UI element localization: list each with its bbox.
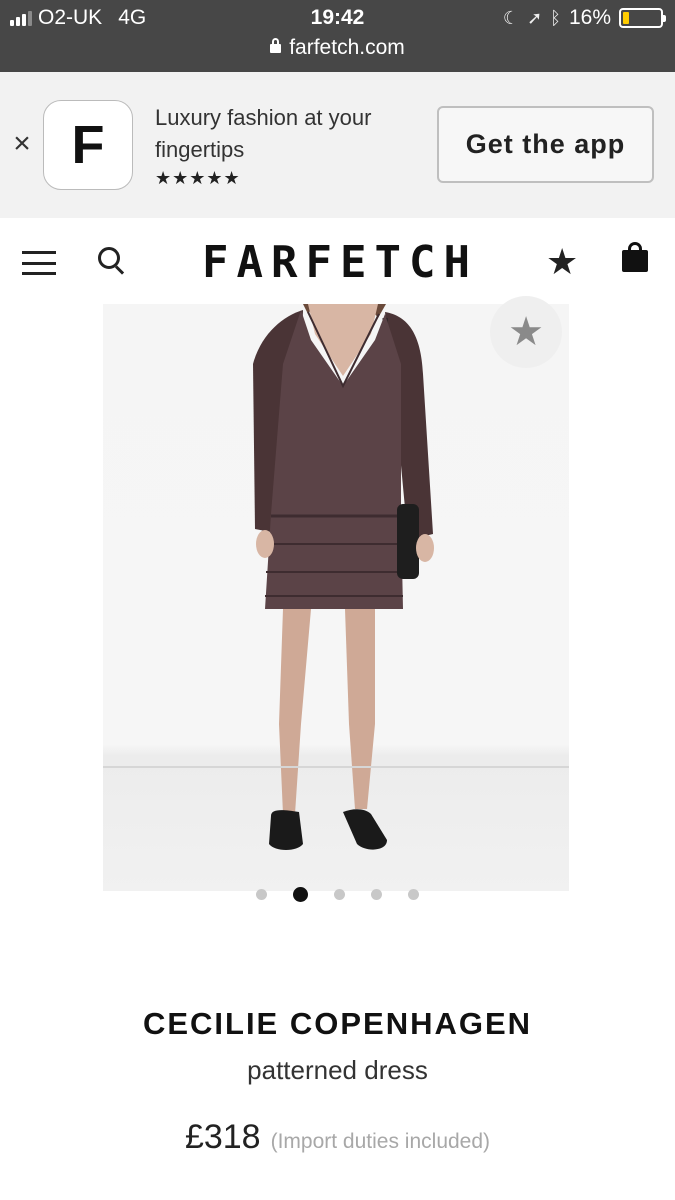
banner-tagline: Luxury fashion at your fingertips bbox=[155, 105, 372, 162]
bluetooth-icon: ᛒ bbox=[550, 7, 561, 28]
carousel-dot[interactable] bbox=[256, 888, 267, 900]
status-bar: O2-UK 4G 19:42 ☾ ➚ ᛒ 16% farfetch.com bbox=[0, 0, 675, 72]
search-icon[interactable] bbox=[98, 247, 126, 275]
site-header: FARFETCH ★ bbox=[0, 218, 675, 304]
app-install-banner: × F Luxury fashion at your fingertips ★★… bbox=[0, 72, 675, 218]
product-price: £318 bbox=[184, 1118, 261, 1156]
lock-icon bbox=[270, 38, 282, 53]
shopping-bag-icon[interactable] bbox=[622, 242, 648, 272]
import-duties-note: (Import duties included) bbox=[270, 1130, 491, 1153]
rating-stars: ★★★★★ bbox=[155, 168, 241, 188]
product-brand[interactable]: CECILIE COPENHAGEN bbox=[0, 1006, 675, 1042]
wishlist-star-icon[interactable]: ★ bbox=[546, 242, 578, 282]
carousel-dot[interactable] bbox=[334, 888, 345, 900]
moon-icon: ☾ bbox=[502, 7, 520, 28]
location-arrow-icon: ➚ bbox=[527, 7, 543, 28]
menu-icon[interactable] bbox=[22, 251, 56, 275]
carousel-dot[interactable] bbox=[293, 886, 308, 902]
carousel-dot[interactable] bbox=[371, 888, 382, 900]
get-the-app-button[interactable]: Get the app bbox=[437, 106, 654, 183]
carousel-dot[interactable] bbox=[408, 888, 419, 900]
price-row: £318 (Import duties included) bbox=[0, 1118, 675, 1157]
battery-icon bbox=[619, 8, 666, 28]
url-text: farfetch.com bbox=[289, 36, 405, 59]
status-right: ☾ ➚ ᛒ 16% bbox=[502, 6, 666, 30]
product-image[interactable] bbox=[103, 304, 569, 891]
close-icon[interactable]: × bbox=[8, 129, 36, 159]
image-carousel-dots[interactable] bbox=[0, 886, 675, 902]
add-to-wishlist-button[interactable]: ★ bbox=[490, 296, 562, 368]
app-icon: F bbox=[43, 100, 133, 190]
product-name: patterned dress bbox=[247, 1055, 428, 1085]
product-illustration bbox=[103, 304, 569, 850]
farfetch-logo[interactable]: FARFETCH bbox=[200, 237, 480, 288]
address-bar[interactable]: farfetch.com bbox=[0, 36, 675, 60]
battery-fill bbox=[623, 12, 629, 24]
battery-percent: 16% bbox=[568, 6, 611, 29]
